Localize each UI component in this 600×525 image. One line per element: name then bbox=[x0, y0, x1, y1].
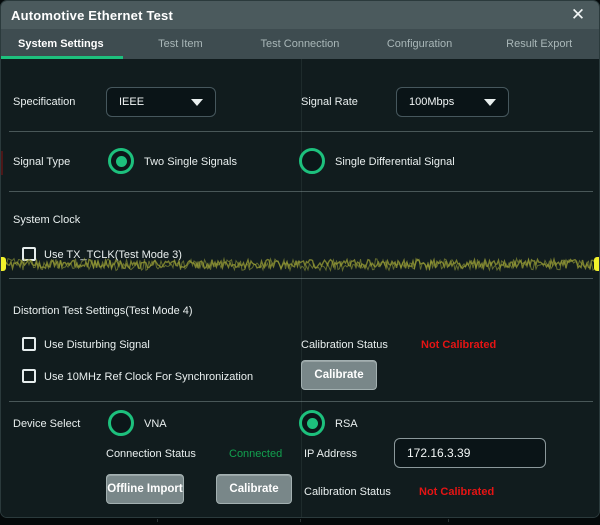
specification-label: Specification bbox=[13, 96, 75, 108]
section-divider bbox=[9, 401, 593, 402]
section-divider bbox=[9, 131, 593, 132]
graticule-tick bbox=[300, 519, 301, 522]
tab-bar: System Settings Test Item Test Connectio… bbox=[1, 29, 599, 59]
noise-waveform-trace bbox=[1, 252, 600, 276]
close-icon[interactable]: ✕ bbox=[565, 4, 591, 26]
use-disturbing-signal-label: Use Disturbing Signal bbox=[44, 339, 150, 351]
use-disturbing-signal-checkbox[interactable] bbox=[22, 337, 36, 351]
ip-address-input[interactable]: 172.16.3.39 bbox=[394, 438, 546, 468]
tab-result-export[interactable]: Result Export bbox=[479, 29, 599, 59]
graticule-tick bbox=[157, 519, 158, 522]
radio-two-single-signals[interactable] bbox=[108, 148, 134, 174]
distortion-calibration-status-value: Not Calibrated bbox=[421, 339, 496, 351]
device-calibration-status-value: Not Calibrated bbox=[419, 486, 494, 498]
device-select-label: Device Select bbox=[13, 418, 80, 430]
tab-test-item[interactable]: Test Item bbox=[121, 29, 241, 59]
trigger-level-mark bbox=[1, 151, 3, 175]
oscilloscope-screen: Automotive Ethernet Test ✕ System Settin… bbox=[0, 0, 600, 525]
radio-rsa[interactable] bbox=[299, 410, 325, 436]
ip-address-value: 172.16.3.39 bbox=[407, 446, 470, 460]
device-calibrate-button[interactable]: Calibrate bbox=[216, 474, 292, 504]
automotive-ethernet-test-dialog: Automotive Ethernet Test ✕ System Settin… bbox=[0, 0, 600, 518]
radio-vna[interactable] bbox=[108, 410, 134, 436]
use-10mhz-ref-clock-label: Use 10MHz Ref Clock For Synchronization bbox=[44, 371, 253, 383]
radio-dot bbox=[116, 156, 127, 167]
radio-dot bbox=[116, 418, 127, 429]
channel-marker-left bbox=[1, 257, 6, 271]
distortion-calibrate-button[interactable]: Calibrate bbox=[301, 360, 377, 390]
rsa-label: RSA bbox=[335, 418, 358, 430]
connection-status-value: Connected bbox=[229, 448, 282, 460]
tab-system-settings[interactable]: System Settings bbox=[1, 29, 121, 59]
signal-rate-value: 100Mbps bbox=[409, 96, 454, 108]
specification-value: IEEE bbox=[119, 96, 144, 108]
specification-dropdown[interactable]: IEEE bbox=[106, 87, 216, 117]
graticule-centerline bbox=[301, 59, 302, 518]
dialog-title: Automotive Ethernet Test bbox=[1, 8, 173, 23]
radio-dot bbox=[307, 156, 318, 167]
signal-rate-dropdown[interactable]: 100Mbps bbox=[396, 87, 509, 117]
chevron-down-icon bbox=[484, 99, 496, 106]
dialog-titlebar[interactable]: Automotive Ethernet Test ✕ bbox=[1, 1, 599, 29]
use-10mhz-ref-clock-checkbox[interactable] bbox=[22, 369, 36, 383]
tab-configuration[interactable]: Configuration bbox=[360, 29, 480, 59]
section-divider bbox=[9, 191, 593, 192]
system-clock-title: System Clock bbox=[13, 214, 80, 226]
channel-marker-right bbox=[594, 257, 599, 271]
section-divider bbox=[9, 278, 593, 279]
radio-single-differential-signal[interactable] bbox=[299, 148, 325, 174]
distortion-calibration-status-label: Calibration Status bbox=[301, 339, 388, 351]
two-single-signals-label: Two Single Signals bbox=[144, 156, 237, 168]
distortion-title: Distortion Test Settings(Test Mode 4) bbox=[13, 305, 193, 317]
signal-type-label: Signal Type bbox=[13, 156, 70, 168]
graticule-tick bbox=[448, 519, 449, 522]
device-calibration-status-label: Calibration Status bbox=[304, 486, 391, 498]
radio-dot bbox=[307, 418, 318, 429]
ip-address-label: IP Address bbox=[304, 448, 357, 460]
single-differential-signal-label: Single Differential Signal bbox=[335, 156, 455, 168]
vna-label: VNA bbox=[144, 418, 167, 430]
tab-test-connection[interactable]: Test Connection bbox=[240, 29, 360, 59]
offline-import-button[interactable]: Offline Import bbox=[106, 474, 184, 504]
chevron-down-icon bbox=[191, 99, 203, 106]
active-tab-underline bbox=[1, 56, 123, 59]
signal-rate-label: Signal Rate bbox=[301, 96, 358, 108]
connection-status-label: Connection Status bbox=[106, 448, 196, 460]
